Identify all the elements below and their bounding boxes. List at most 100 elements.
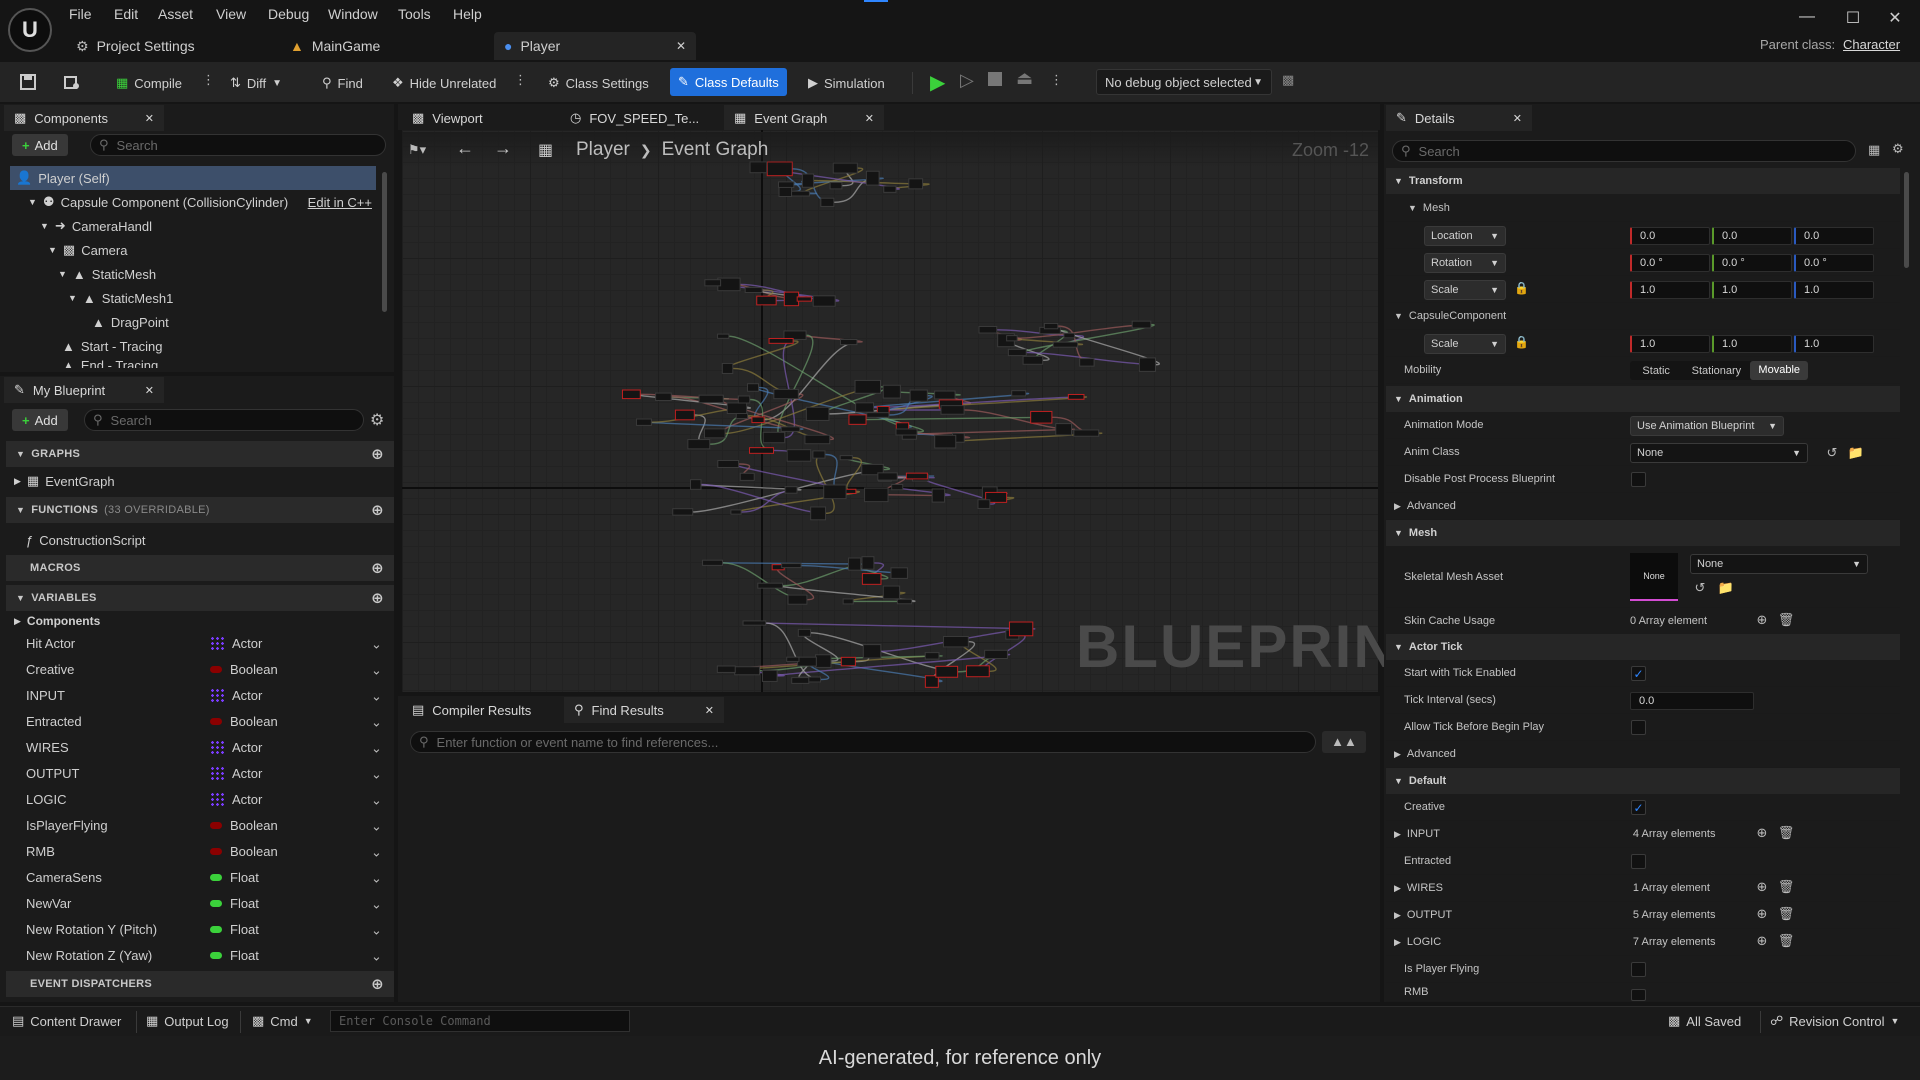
event-dispatchers-header[interactable]: EVENT DISPATCHERS ⊕ — [6, 971, 394, 997]
variable-row[interactable]: New Rotation Z (Yaw) Float ⌃ — [0, 942, 394, 968]
details-search-input[interactable]: ⚲ Search — [1392, 140, 1856, 162]
graph-node[interactable] — [1052, 341, 1079, 348]
graph-node[interactable] — [861, 573, 882, 585]
hide-unrelated-button[interactable]: ❖ Hide Unrelated — [386, 70, 502, 96]
graph-node[interactable] — [801, 173, 815, 188]
graph-node[interactable] — [908, 178, 924, 190]
graph-node[interactable] — [781, 563, 802, 569]
graph-node[interactable] — [690, 479, 702, 490]
entracted-checkbox[interactable] — [1631, 854, 1646, 869]
graph-node[interactable] — [812, 450, 826, 459]
find-in-all-blueprints-icon[interactable]: ▲▲ — [1322, 731, 1366, 753]
graph-node[interactable] — [934, 390, 956, 400]
back-arrow-icon[interactable]: ← — [456, 138, 474, 159]
close-tab-icon[interactable]: ✕ — [705, 704, 714, 717]
debug-filter-icon[interactable]: ▩ — [1282, 72, 1294, 88]
trash-icon[interactable]: 🗑 — [1778, 933, 1795, 949]
graph-node[interactable] — [757, 582, 784, 589]
section-actor-tick[interactable]: ▼ Actor Tick — [1386, 634, 1900, 660]
graph-node[interactable] — [717, 277, 741, 292]
component-dragpoint[interactable]: ▲ DragPoint — [92, 310, 169, 334]
graph-node[interactable] — [721, 362, 734, 374]
menu-asset[interactable]: Asset — [158, 6, 193, 22]
variable-row[interactable]: Entracted Boolean ⌃ — [0, 708, 394, 734]
graph-node[interactable] — [977, 499, 991, 509]
section-mesh[interactable]: ▼ Mesh — [1386, 520, 1900, 546]
visibility-eye-icon[interactable]: ⌃ — [371, 895, 382, 911]
my-blueprint-add-button[interactable]: + Add — [12, 409, 68, 431]
graph-node[interactable] — [864, 487, 889, 503]
graph-node[interactable] — [883, 185, 897, 193]
event-graph-canvas[interactable] — [402, 130, 1378, 692]
close-tab-icon[interactable]: ✕ — [676, 39, 686, 53]
graph-node[interactable] — [855, 402, 875, 413]
menu-edit[interactable]: Edit — [114, 6, 138, 22]
skeletal-mesh-thumbnail[interactable]: None — [1630, 553, 1678, 601]
graph-node[interactable] — [778, 181, 795, 188]
graph-node[interactable] — [786, 656, 800, 662]
lock-icon[interactable]: 🔒 — [1514, 281, 1529, 295]
graph-node[interactable] — [783, 291, 800, 307]
close-tab-icon[interactable]: ✕ — [865, 112, 874, 125]
visibility-eye-icon[interactable]: ⌃ — [371, 869, 382, 885]
variable-row[interactable]: WIRES Actor ⌃ — [0, 734, 394, 760]
stop-icon[interactable] — [988, 72, 1002, 86]
mobility-static[interactable]: Static — [1630, 365, 1682, 377]
tab-event-graph[interactable]: ▦ Event Graph ✕ — [724, 105, 884, 131]
close-tab-icon[interactable]: ✕ — [145, 384, 154, 397]
graph-node[interactable] — [1011, 390, 1027, 397]
trash-icon[interactable]: 🗑 — [1778, 612, 1795, 628]
graph-node[interactable] — [791, 677, 810, 684]
graph-node[interactable] — [909, 389, 928, 402]
visibility-eye-icon[interactable]: ⌃ — [371, 687, 382, 703]
graph-node[interactable] — [716, 665, 736, 673]
graph-node[interactable] — [891, 483, 904, 491]
unreal-logo[interactable]: U — [8, 8, 52, 52]
tab-maingame[interactable]: ▲ MainGame — [280, 32, 390, 60]
graph-node[interactable] — [978, 326, 998, 334]
browse-icon[interactable] — [62, 72, 82, 92]
menu-tools[interactable]: Tools — [398, 6, 431, 22]
logic-row[interactable]: ▶ LOGIC 7 Array elements — [1386, 929, 1900, 956]
graph-node[interactable] — [730, 509, 742, 515]
graph-node[interactable] — [848, 557, 862, 571]
add-element-icon[interactable]: ⊕ — [1754, 879, 1770, 895]
skeletal-mesh-dropdown[interactable]: None ▼ — [1690, 554, 1868, 574]
add-dispatcher-icon[interactable]: ⊕ — [371, 975, 384, 993]
visibility-eye-icon[interactable]: ⌃ — [371, 791, 382, 807]
component-end-tracing[interactable]: ▲ End - Tracing — [62, 358, 362, 368]
component-start-tracing[interactable]: ▲ Start - Tracing — [62, 334, 163, 358]
class-settings-button[interactable]: ⚙ Class Settings — [542, 70, 655, 96]
diff-button[interactable]: ⇅ Diff ▼ — [224, 70, 288, 96]
graph-node[interactable] — [1063, 332, 1075, 339]
graph-node[interactable] — [839, 455, 853, 461]
add-element-icon[interactable]: ⊕ — [1754, 612, 1770, 628]
variable-row[interactable]: IsPlayerFlying Boolean ⌃ — [0, 812, 394, 838]
graph-node[interactable] — [931, 488, 946, 503]
component-camera[interactable]: ▼ ▩ Camera — [48, 238, 127, 262]
my-blueprint-search-input[interactable]: ⚲ Search — [84, 409, 364, 431]
settings-gear-icon[interactable]: ⚙ — [1892, 141, 1904, 157]
close-window-icon[interactable]: ✕ — [1884, 8, 1906, 30]
allow-tick-checkbox[interactable] — [1631, 720, 1646, 735]
use-selected-icon[interactable]: ↺ — [1692, 580, 1708, 596]
input-row[interactable]: ▶ INPUT 4 Array elements — [1386, 821, 1900, 848]
output-row[interactable]: ▶ OUTPUT 5 Array elements — [1386, 902, 1900, 929]
graph-node[interactable] — [805, 406, 830, 421]
component-staticmesh1[interactable]: ▼ ▲ StaticMesh1 — [68, 286, 173, 310]
visibility-eye-icon[interactable]: ⌃ — [371, 947, 382, 963]
compile-options-icon[interactable]: ⋮ — [202, 72, 215, 88]
component-capsule[interactable]: ▼ ⚉ Capsule Component (CollisionCylinder) E… — [28, 190, 378, 214]
graph-node[interactable] — [866, 412, 890, 418]
console-input[interactable]: Enter Console Command — [330, 1010, 630, 1032]
play-icon[interactable]: ▶ — [930, 70, 945, 95]
components-search-input[interactable]: ⚲ Search — [90, 134, 386, 156]
graph-node[interactable] — [966, 665, 990, 678]
visibility-eye-icon[interactable]: ⌃ — [371, 713, 382, 729]
trash-icon[interactable]: 🗑 — [1778, 906, 1795, 922]
graph-node[interactable] — [934, 434, 957, 449]
tab-compiler-results[interactable]: ▤ Compiler Results — [402, 697, 560, 723]
graph-node[interactable] — [751, 416, 765, 424]
variables-header[interactable]: ▼ VARIABLES ⊕ — [6, 585, 394, 611]
graph-node[interactable] — [672, 508, 694, 516]
